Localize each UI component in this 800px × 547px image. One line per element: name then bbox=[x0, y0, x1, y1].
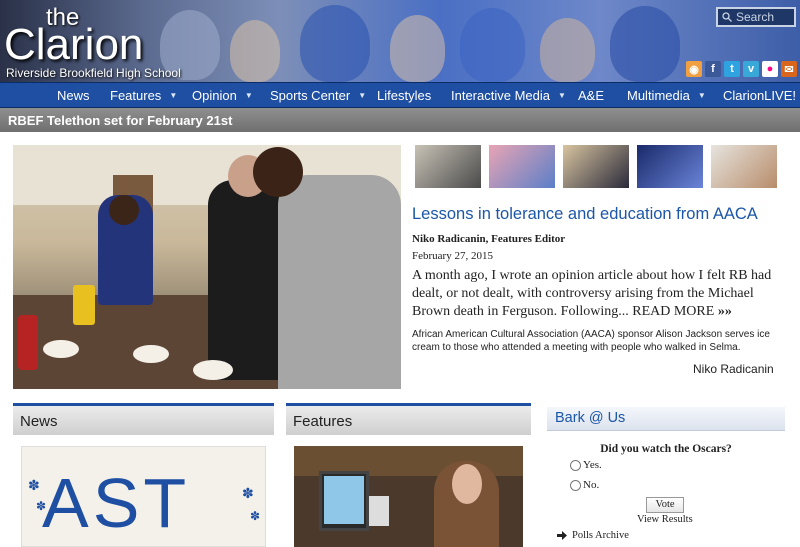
nav-item-label: Multimedia bbox=[627, 87, 690, 103]
thumbnail[interactable] bbox=[489, 145, 555, 188]
paw-icon: ✽ bbox=[28, 477, 40, 493]
email-icon[interactable]: ✉ bbox=[781, 61, 797, 77]
nav-item-label: News bbox=[57, 87, 90, 103]
news-thumbnail[interactable]: AST ✽ ✽ ✽ ✽ bbox=[21, 446, 266, 547]
search-icon bbox=[722, 12, 732, 22]
nav-item-a-e[interactable]: A&E bbox=[578, 82, 604, 108]
poll-option-yes[interactable]: Yes. bbox=[570, 459, 602, 471]
poll-option-label: No. bbox=[583, 479, 600, 491]
radio-button[interactable] bbox=[570, 459, 581, 471]
chevron-down-icon[interactable]: ▼ bbox=[169, 91, 177, 100]
polls-archive-label: Polls Archive bbox=[572, 530, 629, 541]
read-more-arrows[interactable]: »» bbox=[718, 304, 732, 319]
paw-icon: ✽ bbox=[36, 499, 47, 513]
thumbnail[interactable] bbox=[711, 145, 777, 188]
logo-school-name: Riverside Brookfield High School bbox=[6, 66, 181, 80]
featured-headline[interactable]: Lessons in tolerance and education from … bbox=[412, 205, 758, 224]
chevron-down-icon[interactable]: ▼ bbox=[558, 91, 566, 100]
featured-date: February 27, 2015 bbox=[412, 250, 493, 262]
nav-item-lifestyles[interactable]: Lifestyles bbox=[377, 82, 431, 108]
nav-item-label: Interactive Media bbox=[451, 87, 550, 103]
flickr-icon[interactable]: ● bbox=[762, 61, 778, 77]
header-banner: the Clarion Riverside Brookfield High Sc… bbox=[0, 0, 800, 82]
monitor-screen bbox=[324, 476, 364, 524]
nav-item-label: A&E bbox=[578, 87, 605, 103]
features-thumbnail[interactable] bbox=[294, 446, 523, 547]
bowl bbox=[43, 340, 79, 358]
view-results-link[interactable]: View Results bbox=[637, 514, 693, 525]
vote-button[interactable]: Vote bbox=[646, 497, 684, 513]
ketchup-bottle bbox=[18, 315, 38, 370]
poll-header: Bark @ Us bbox=[547, 407, 785, 431]
breaking-news-ticker[interactable]: RBEF Telethon set for February 21st bbox=[0, 108, 800, 132]
poll-option-no[interactable]: No. bbox=[570, 479, 599, 491]
bowl bbox=[193, 360, 233, 380]
story-thumbnails bbox=[415, 145, 777, 188]
nav-item-label: Opinion bbox=[192, 87, 237, 103]
crowd-photo bbox=[300, 5, 370, 82]
nav-item-opinion[interactable]: Opinion ▼ bbox=[192, 82, 253, 108]
photo-credit: Niko Radicanin bbox=[693, 362, 774, 376]
thumbnail[interactable] bbox=[563, 145, 629, 188]
features-section-title: Features bbox=[293, 413, 353, 430]
student-head bbox=[109, 195, 139, 225]
logo-title[interactable]: Clarion bbox=[4, 20, 143, 70]
nav-item-sports-center[interactable]: Sports Center ▼ bbox=[270, 82, 366, 108]
facebook-icon[interactable]: f bbox=[705, 61, 721, 77]
mustard-bottle bbox=[73, 285, 95, 325]
twitter-icon[interactable]: t bbox=[724, 61, 740, 77]
photo-caption: African American Cultural Association (A… bbox=[412, 329, 770, 353]
crowd-photo bbox=[540, 18, 595, 82]
nav-item-label: Features bbox=[110, 87, 162, 103]
paw-icon: ✽ bbox=[250, 509, 261, 523]
crowd-photo bbox=[230, 20, 280, 82]
sponsor-head bbox=[253, 147, 303, 197]
social-links: ◉ f t v ● ✉ bbox=[686, 61, 797, 77]
banner-text: AST bbox=[42, 464, 191, 542]
phone bbox=[369, 496, 389, 526]
news-section-header[interactable]: News bbox=[13, 403, 274, 435]
thumbnail[interactable] bbox=[637, 145, 703, 188]
sponsor-figure bbox=[278, 175, 401, 389]
featured-photo[interactable] bbox=[13, 145, 401, 389]
nav-item-news[interactable]: News bbox=[57, 82, 90, 108]
nav-item-clarionlive[interactable]: ClarionLIVE! bbox=[723, 82, 796, 108]
nav-item-label: Sports Center bbox=[270, 87, 351, 103]
featured-byline[interactable]: Niko Radicanin, Features Editor bbox=[412, 233, 565, 245]
nav-item-interactive-media[interactable]: Interactive Media ▼ bbox=[451, 82, 566, 108]
paw-icon: ✽ bbox=[242, 485, 254, 501]
nav-item-multimedia[interactable]: Multimedia ▼ bbox=[627, 82, 706, 108]
read-more-link[interactable]: READ MORE bbox=[632, 304, 714, 319]
crowd-photo bbox=[390, 15, 445, 82]
thumbnail[interactable] bbox=[415, 145, 481, 188]
arrow-right-icon bbox=[557, 531, 567, 540]
student-face bbox=[452, 464, 482, 504]
crowd-photo bbox=[460, 8, 525, 82]
bowl bbox=[133, 345, 169, 363]
nav-item-label: Lifestyles bbox=[377, 87, 432, 103]
nav-item-label: ClarionLIVE! bbox=[723, 87, 796, 103]
featured-excerpt: A month ago, I wrote an opinion article … bbox=[412, 267, 792, 321]
search-placeholder: Search bbox=[736, 10, 775, 24]
vimeo-icon[interactable]: v bbox=[743, 61, 759, 77]
poll-option-label: Yes. bbox=[583, 459, 602, 471]
nav-item-features[interactable]: Features ▼ bbox=[110, 82, 177, 108]
radio-button[interactable] bbox=[570, 479, 581, 491]
features-section-header[interactable]: Features bbox=[286, 403, 531, 435]
search-input[interactable]: Search bbox=[716, 7, 796, 27]
chevron-down-icon[interactable]: ▼ bbox=[245, 91, 253, 100]
news-section-title: News bbox=[20, 413, 58, 430]
chevron-down-icon[interactable]: ▼ bbox=[358, 91, 366, 100]
main-nav: News Features ▼ Opinion ▼ Sports Center ▼ Lifes… bbox=[0, 82, 800, 108]
rss-icon[interactable]: ◉ bbox=[686, 61, 702, 77]
chevron-down-icon[interactable]: ▼ bbox=[698, 91, 706, 100]
poll-question: Did you watch the Oscars? bbox=[600, 443, 732, 455]
polls-archive-link[interactable]: Polls Archive bbox=[557, 530, 629, 541]
crowd-photo bbox=[610, 6, 680, 82]
